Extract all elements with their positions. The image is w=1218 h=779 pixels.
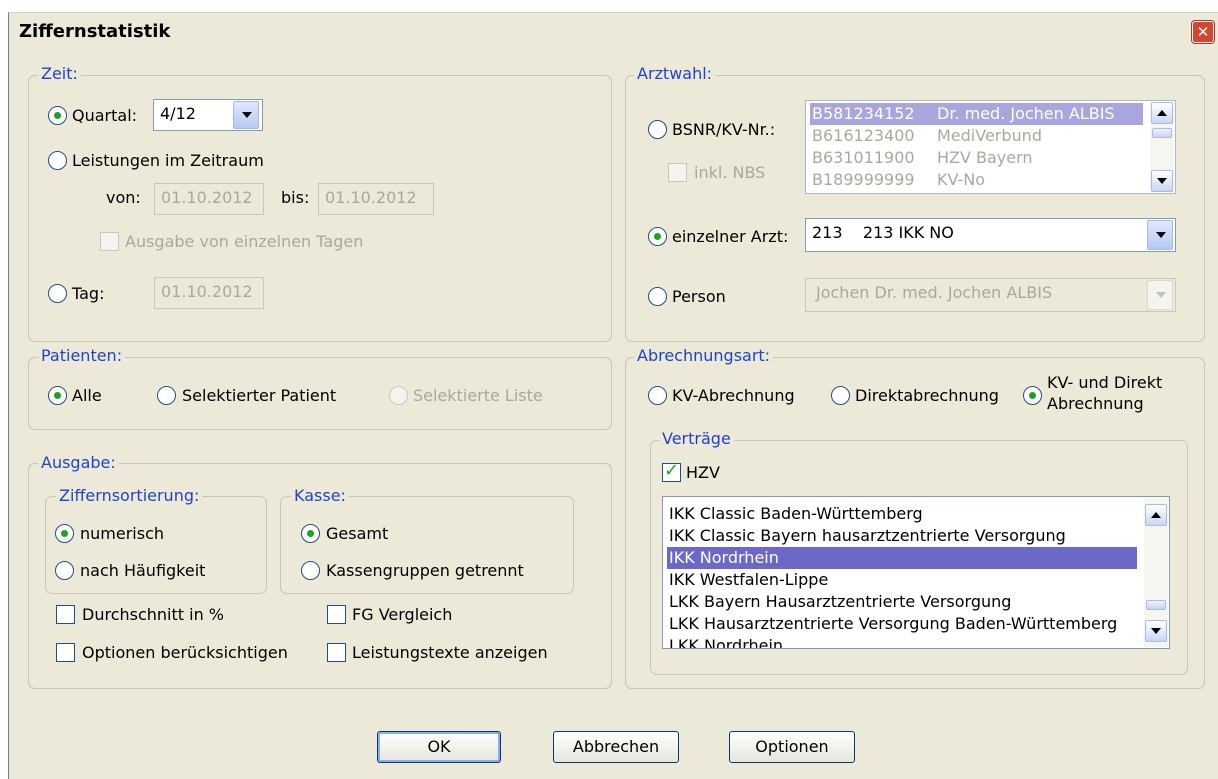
kassengruppen-radio[interactable] — [301, 561, 320, 580]
kassengruppen-label: Kassengruppen getrennt — [326, 561, 524, 580]
von-date-field[interactable]: 01.10.2012 — [154, 183, 264, 215]
optionen-beruecksichtigen-label: Optionen berücksichtigen — [82, 643, 288, 662]
leistungstexte-checkbox[interactable] — [327, 643, 346, 662]
ausgabe-tage-checkbox[interactable] — [100, 232, 119, 251]
leistungen-label: Leistungen im Zeitraum — [72, 151, 264, 170]
kv-direkt-label-line2: Abrechnung — [1047, 394, 1144, 413]
patienten-group-title: Patienten: — [38, 346, 126, 366]
scroll-thumb[interactable] — [1146, 600, 1166, 610]
scroll-down-icon[interactable] — [1145, 620, 1167, 642]
direktabrechnung-radio[interactable] — [831, 386, 850, 405]
bsnr-scrollbar[interactable] — [1150, 102, 1174, 192]
alle-radio[interactable] — [48, 386, 67, 405]
person-label: Person — [672, 287, 726, 306]
selektierter-patient-label: Selektierter Patient — [182, 386, 337, 405]
arztwahl-group-title: Arztwahl: — [634, 64, 716, 84]
close-button[interactable]: ✕ — [1192, 21, 1214, 43]
vertraege-list-item[interactable]: IKK Nordrhein — [667, 547, 1137, 569]
bis-label: bis: — [281, 188, 310, 207]
bsnr-list-item[interactable]: B189999999 KV-No — [810, 169, 1143, 191]
kv-direkt-label-line1: KV- und Direkt — [1047, 373, 1163, 392]
selektierte-liste-label: Selektierte Liste — [413, 386, 543, 405]
person-value: Jochen Dr. med. Jochen ALBIS — [816, 283, 1053, 302]
bis-date-field[interactable]: 01.10.2012 — [318, 183, 434, 215]
gesamt-radio[interactable] — [301, 524, 320, 543]
person-radio[interactable] — [648, 287, 667, 306]
vertraege-list-item[interactable]: IKK Westfalen-Lippe — [667, 569, 1137, 591]
bsnr-list-item[interactable]: B616123400 MediVerbund — [810, 125, 1143, 147]
quartal-value: 4/12 — [160, 104, 196, 123]
inkl-nbs-label: inkl. NBS — [694, 163, 766, 182]
von-value: 01.10.2012 — [161, 188, 253, 207]
scroll-up-icon[interactable] — [1151, 102, 1173, 124]
tag-radio[interactable] — [48, 284, 67, 303]
bsnr-label: BSNR/KV-Nr.: — [672, 120, 776, 139]
inkl-nbs-checkbox[interactable] — [668, 163, 687, 182]
scroll-thumb[interactable] — [1152, 128, 1172, 138]
zeit-group-title: Zeit: — [38, 64, 81, 84]
durchschnitt-checkbox[interactable] — [56, 605, 75, 624]
ausgabe-tage-label: Ausgabe von einzelnen Tagen — [125, 232, 364, 251]
title-bar[interactable]: Ziffernstatistik ✕ — [9, 13, 1218, 53]
person-select[interactable]: Jochen Dr. med. Jochen ALBIS — [805, 278, 1176, 312]
gesamt-label: Gesamt — [326, 524, 389, 543]
vertraege-group-title: Verträge — [659, 429, 734, 449]
numerisch-radio[interactable] — [55, 524, 74, 543]
selektierter-patient-radio[interactable] — [157, 386, 176, 405]
kv-abrechnung-label: KV-Abrechnung — [672, 386, 795, 405]
kv-direkt-radio[interactable] — [1023, 386, 1042, 405]
haeufigkeit-label: nach Häufigkeit — [80, 561, 206, 580]
person-dropdown-button[interactable] — [1147, 280, 1173, 310]
einzelner-arzt-dropdown-button[interactable] — [1147, 220, 1173, 250]
ziffernsortierung-title: Ziffernsortierung: — [56, 486, 203, 506]
alle-label: Alle — [72, 386, 102, 405]
vertraege-list-item[interactable]: IKK Classic Bayern hausarztzentrierte Ve… — [667, 525, 1137, 547]
fg-vergleich-checkbox[interactable] — [327, 605, 346, 624]
abbrechen-button[interactable]: Abbrechen — [553, 731, 679, 763]
bsnr-radio[interactable] — [648, 120, 667, 139]
vertraege-list-item[interactable]: LKK Hausarztzentrierte Versorgung Baden-… — [667, 613, 1137, 635]
optionen-beruecksichtigen-checkbox[interactable] — [56, 643, 75, 662]
quartal-label: Quartal: — [72, 106, 138, 125]
durchschnitt-label: Durchschnitt in % — [82, 605, 224, 624]
ok-button[interactable]: OK — [377, 731, 501, 763]
hzv-checkbox[interactable] — [662, 460, 681, 482]
bsnr-list-item[interactable]: B581234152 Dr. med. Jochen ALBIS — [810, 103, 1143, 125]
kasse-title: Kasse: — [291, 486, 349, 506]
quartal-dropdown-button[interactable] — [233, 101, 259, 129]
direktabrechnung-label: Direktabrechnung — [855, 386, 999, 405]
tag-value: 01.10.2012 — [161, 282, 253, 301]
scroll-down-icon[interactable] — [1151, 170, 1173, 192]
vertraege-list-item[interactable]: IKK Classic Baden-Württemberg — [667, 503, 1137, 525]
hzv-label: HZV — [686, 463, 720, 482]
leistungen-radio[interactable] — [48, 151, 67, 170]
von-label: von: — [106, 188, 141, 207]
leistungstexte-label: Leistungstexte anzeigen — [352, 643, 548, 662]
einzelner-arzt-value: 213 213 IKK NO — [812, 223, 954, 242]
vertraege-list[interactable]: IKK Classic Baden-Württemberg IKK Classi… — [662, 496, 1170, 649]
bsnr-list[interactable]: B581234152 Dr. med. Jochen ALBIS B6161234… — [805, 100, 1176, 194]
window-title: Ziffernstatistik — [19, 21, 171, 42]
einzelner-arzt-label: einzelner Arzt: — [672, 227, 789, 246]
scroll-up-icon[interactable] — [1145, 504, 1167, 526]
optionen-button[interactable]: Optionen — [729, 731, 855, 763]
einzelner-arzt-select[interactable]: 213 213 IKK NO — [805, 218, 1176, 252]
ausgabe-group-title: Ausgabe: — [38, 453, 119, 473]
abrechnungsart-group-title: Abrechnungsart: — [634, 346, 774, 366]
bsnr-list-item[interactable]: B631011900 HZV Bayern — [810, 147, 1143, 169]
haeufigkeit-radio[interactable] — [55, 561, 74, 580]
vertraege-list-item[interactable]: LKK Bayern Hausarztzentrierte Versorgung — [667, 591, 1137, 613]
quartal-radio[interactable] — [48, 106, 67, 125]
numerisch-label: numerisch — [80, 524, 165, 543]
tag-label: Tag: — [72, 284, 105, 303]
kv-abrechnung-radio[interactable] — [648, 386, 667, 405]
vertraege-list-item[interactable]: LKK Nordrhein — [667, 635, 1137, 648]
fg-vergleich-label: FG Vergleich — [352, 605, 453, 624]
selektierte-liste-radio[interactable] — [389, 386, 408, 405]
close-icon: ✕ — [1196, 23, 1210, 41]
bis-value: 01.10.2012 — [325, 188, 417, 207]
tag-date-field[interactable]: 01.10.2012 — [154, 277, 264, 309]
vertraege-scrollbar[interactable] — [1144, 498, 1168, 647]
einzelner-arzt-radio[interactable] — [648, 227, 667, 246]
